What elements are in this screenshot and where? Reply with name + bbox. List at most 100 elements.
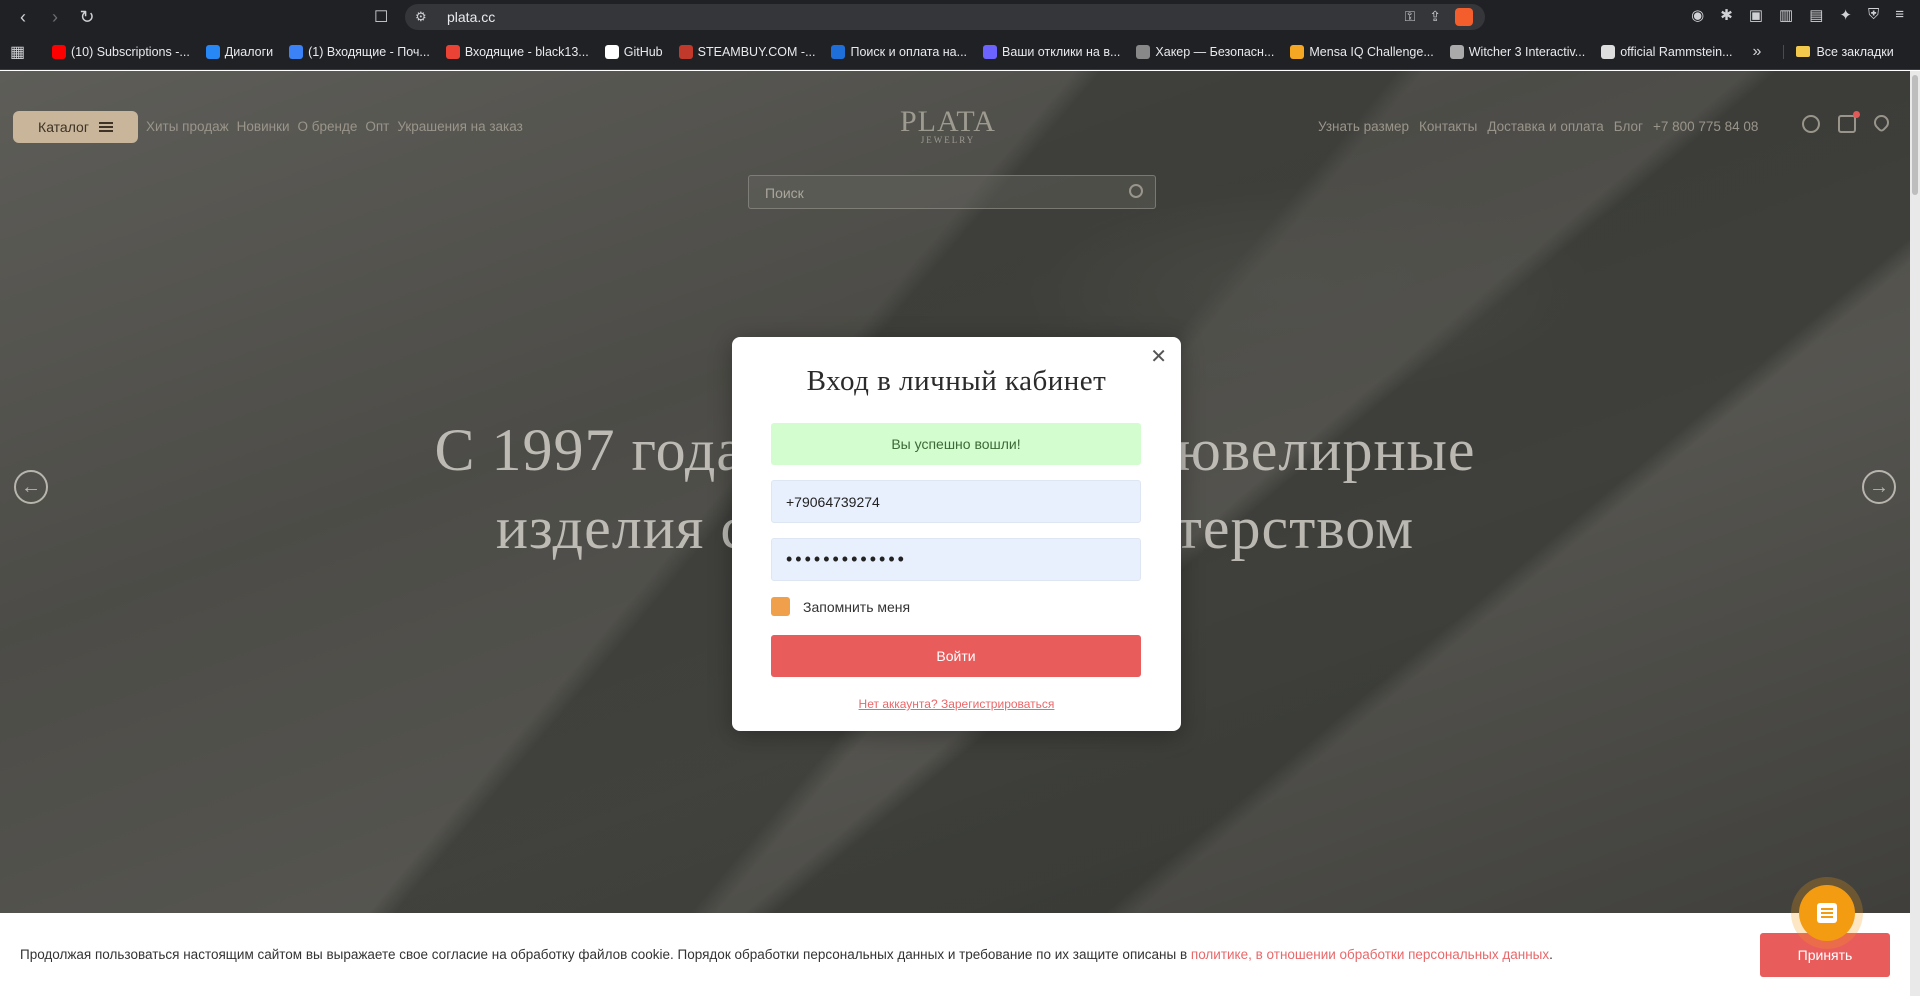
nav-item-new[interactable]: Новинки: [237, 119, 290, 134]
address-bar[interactable]: ⚙ plata.cc ⚿ ⇪: [405, 4, 1485, 30]
account-icon[interactable]: [1802, 115, 1820, 133]
more-bookmarks-button[interactable]: »: [1753, 43, 1762, 61]
remember-me[interactable]: Запомнить меня: [771, 597, 910, 616]
privacy-policy-link[interactable]: политике, в отношении обработки персонал…: [1191, 947, 1549, 962]
bookmark-favicon-icon: [1136, 44, 1151, 59]
nav-item-wholesale[interactable]: Опт: [365, 119, 389, 134]
password-field[interactable]: •••••••••••••: [771, 538, 1141, 581]
cookie-tail: .: [1549, 947, 1553, 962]
search-input[interactable]: Поиск: [748, 175, 1156, 209]
all-bookmarks-label: Все закладки: [1816, 44, 1894, 59]
key-icon[interactable]: ⚿: [1405, 8, 1416, 26]
menu-icon[interactable]: ≡: [1895, 6, 1904, 24]
folder-icon: [1796, 46, 1811, 57]
bookmark-favicon-icon: [831, 44, 846, 59]
main-nav: Хиты продаж Новинки О бренде Опт Украшен…: [146, 119, 523, 134]
bookmark-label: official Rammstein...: [1620, 44, 1733, 59]
nav-item-contacts[interactable]: Контакты: [1419, 119, 1477, 134]
vpn-shield-icon[interactable]: ⛨: [1868, 6, 1879, 24]
forward-icon[interactable]: ›: [44, 6, 66, 28]
back-icon[interactable]: ‹: [12, 6, 34, 28]
login-modal: ✕ Вход в личный кабинет Вы успешно вошли…: [732, 337, 1181, 731]
cart-icon[interactable]: [1838, 111, 1860, 133]
bookmark-item[interactable]: (10) Subscriptions -...: [52, 44, 190, 59]
wallet-icon[interactable]: ◉: [1691, 6, 1704, 24]
bookmark-label: Mensa IQ Challenge...: [1309, 44, 1434, 59]
site-logo[interactable]: PLATA JEWELRY: [900, 105, 996, 145]
slider-prev-icon[interactable]: ←: [14, 470, 48, 504]
nav-item-blog[interactable]: Блог: [1614, 119, 1643, 134]
nav-item-hits[interactable]: Хиты продаж: [146, 119, 229, 134]
leo-icon[interactable]: ✦: [1839, 6, 1852, 24]
chat-widget-button[interactable]: [1799, 885, 1855, 941]
bookmark-label: (1) Входящие - Поч...: [308, 44, 430, 59]
modal-title: Вход в личный кабинет: [806, 365, 1107, 397]
bookmark-item[interactable]: GitHub: [604, 44, 663, 59]
bookmark-item[interactable]: Поиск и оплата на...: [831, 44, 968, 59]
sidebar-icon[interactable]: ▥: [1779, 6, 1793, 24]
cookie-banner: Продолжая пользоваться настоящим сайтом …: [0, 913, 1910, 996]
bookmark-item[interactable]: Хакер — Безопасн...: [1136, 44, 1275, 59]
login-button[interactable]: Войти: [771, 635, 1141, 677]
slider-next-icon[interactable]: →: [1862, 470, 1896, 504]
catalog-button[interactable]: Каталог: [13, 111, 138, 143]
burger-icon: [98, 122, 113, 132]
phone-field[interactable]: +79064739274: [771, 480, 1141, 523]
scrollbar-thumb[interactable]: [1912, 75, 1918, 195]
cookie-text: Продолжая пользоваться настоящим сайтом …: [20, 947, 1553, 962]
bookmark-page-icon[interactable]: ☐: [374, 7, 388, 27]
screenshot-icon[interactable]: ▣: [1749, 6, 1763, 24]
apps-grid-icon[interactable]: ▦: [10, 42, 52, 62]
close-icon[interactable]: ✕: [1150, 347, 1167, 367]
bookmark-favicon-icon: [445, 44, 460, 59]
url-text[interactable]: plata.cc: [447, 9, 495, 25]
page-scrollbar[interactable]: [1910, 71, 1920, 996]
all-bookmarks-button[interactable]: Все закладки: [1783, 44, 1894, 59]
nav-item-delivery[interactable]: Доставка и оплата: [1487, 119, 1603, 134]
site-settings-icon[interactable]: ⚙: [415, 9, 435, 25]
bookmark-label: Диалоги: [224, 44, 274, 59]
bookmark-item[interactable]: Mensa IQ Challenge...: [1290, 44, 1434, 59]
favorites-icon[interactable]: [1870, 111, 1893, 134]
bookmark-favicon-icon: [1601, 44, 1616, 59]
nav-item-about[interactable]: О бренде: [298, 119, 358, 134]
bookmark-favicon-icon: [289, 44, 304, 59]
bookmark-item[interactable]: Диалоги: [205, 44, 274, 59]
wallet-card-icon[interactable]: ▤: [1809, 6, 1823, 24]
search-placeholder: Поиск: [765, 185, 804, 201]
bookmark-label: Ваши отклики на в...: [1002, 44, 1121, 59]
bookmark-favicon-icon: [52, 44, 66, 59]
bookmark-list: (10) Subscriptions -... Диалоги (1) Входящ…: [52, 44, 1749, 59]
bookmark-label: (10) Subscriptions -...: [71, 44, 190, 59]
remember-checkbox[interactable]: [771, 597, 790, 616]
nav-item-size[interactable]: Узнать размер: [1318, 119, 1409, 134]
reload-icon[interactable]: ↻: [76, 6, 98, 28]
brave-shields-icon[interactable]: [1455, 8, 1473, 26]
bookmark-label: Witcher 3 Interactiv...: [1468, 44, 1586, 59]
cookie-message: Продолжая пользоваться настоящим сайтом …: [20, 947, 1191, 962]
bookmark-favicon-icon: [1290, 44, 1305, 59]
bookmark-item[interactable]: Witcher 3 Interactiv...: [1449, 44, 1586, 59]
remember-label: Запомнить меня: [803, 598, 911, 615]
extensions-area: ◉ ✱ ▣ ▥ ▤ ✦ ⛨ ≡: [1691, 6, 1904, 24]
register-link[interactable]: Нет аккаунта? Зарегистрироваться: [732, 697, 1181, 711]
bookmark-favicon-icon: [1449, 44, 1464, 59]
bookmark-item[interactable]: STEAMBUY.COM -...: [678, 44, 816, 59]
bookmark-label: GitHub: [623, 44, 663, 59]
bookmark-item[interactable]: (1) Входящие - Поч...: [289, 44, 430, 59]
share-icon[interactable]: ⇪: [1429, 8, 1441, 26]
extensions-icon[interactable]: ✱: [1720, 6, 1733, 24]
bookmark-label: Входящие - black13...: [464, 44, 589, 59]
bookmark-label: Хакер — Безопасн...: [1155, 44, 1275, 59]
nav-item-custom[interactable]: Украшения на заказ: [397, 119, 522, 134]
bookmark-item[interactable]: official Rammstein...: [1601, 44, 1733, 59]
phone-link[interactable]: +7 800 775 84 08: [1653, 119, 1758, 134]
bookmark-item[interactable]: Ваши отклики на в...: [983, 44, 1121, 59]
bookmark-label: STEAMBUY.COM -...: [697, 44, 816, 59]
bookmark-label: Поиск и оплата на...: [850, 44, 968, 59]
bookmark-favicon-icon: [678, 44, 693, 59]
bookmark-item[interactable]: Входящие - black13...: [445, 44, 589, 59]
search-icon[interactable]: [1129, 184, 1143, 198]
bookmarks-bar: ▦ (10) Subscriptions -... Диалоги (1) Вход…: [0, 34, 1920, 70]
bookmark-favicon-icon: [983, 44, 998, 59]
